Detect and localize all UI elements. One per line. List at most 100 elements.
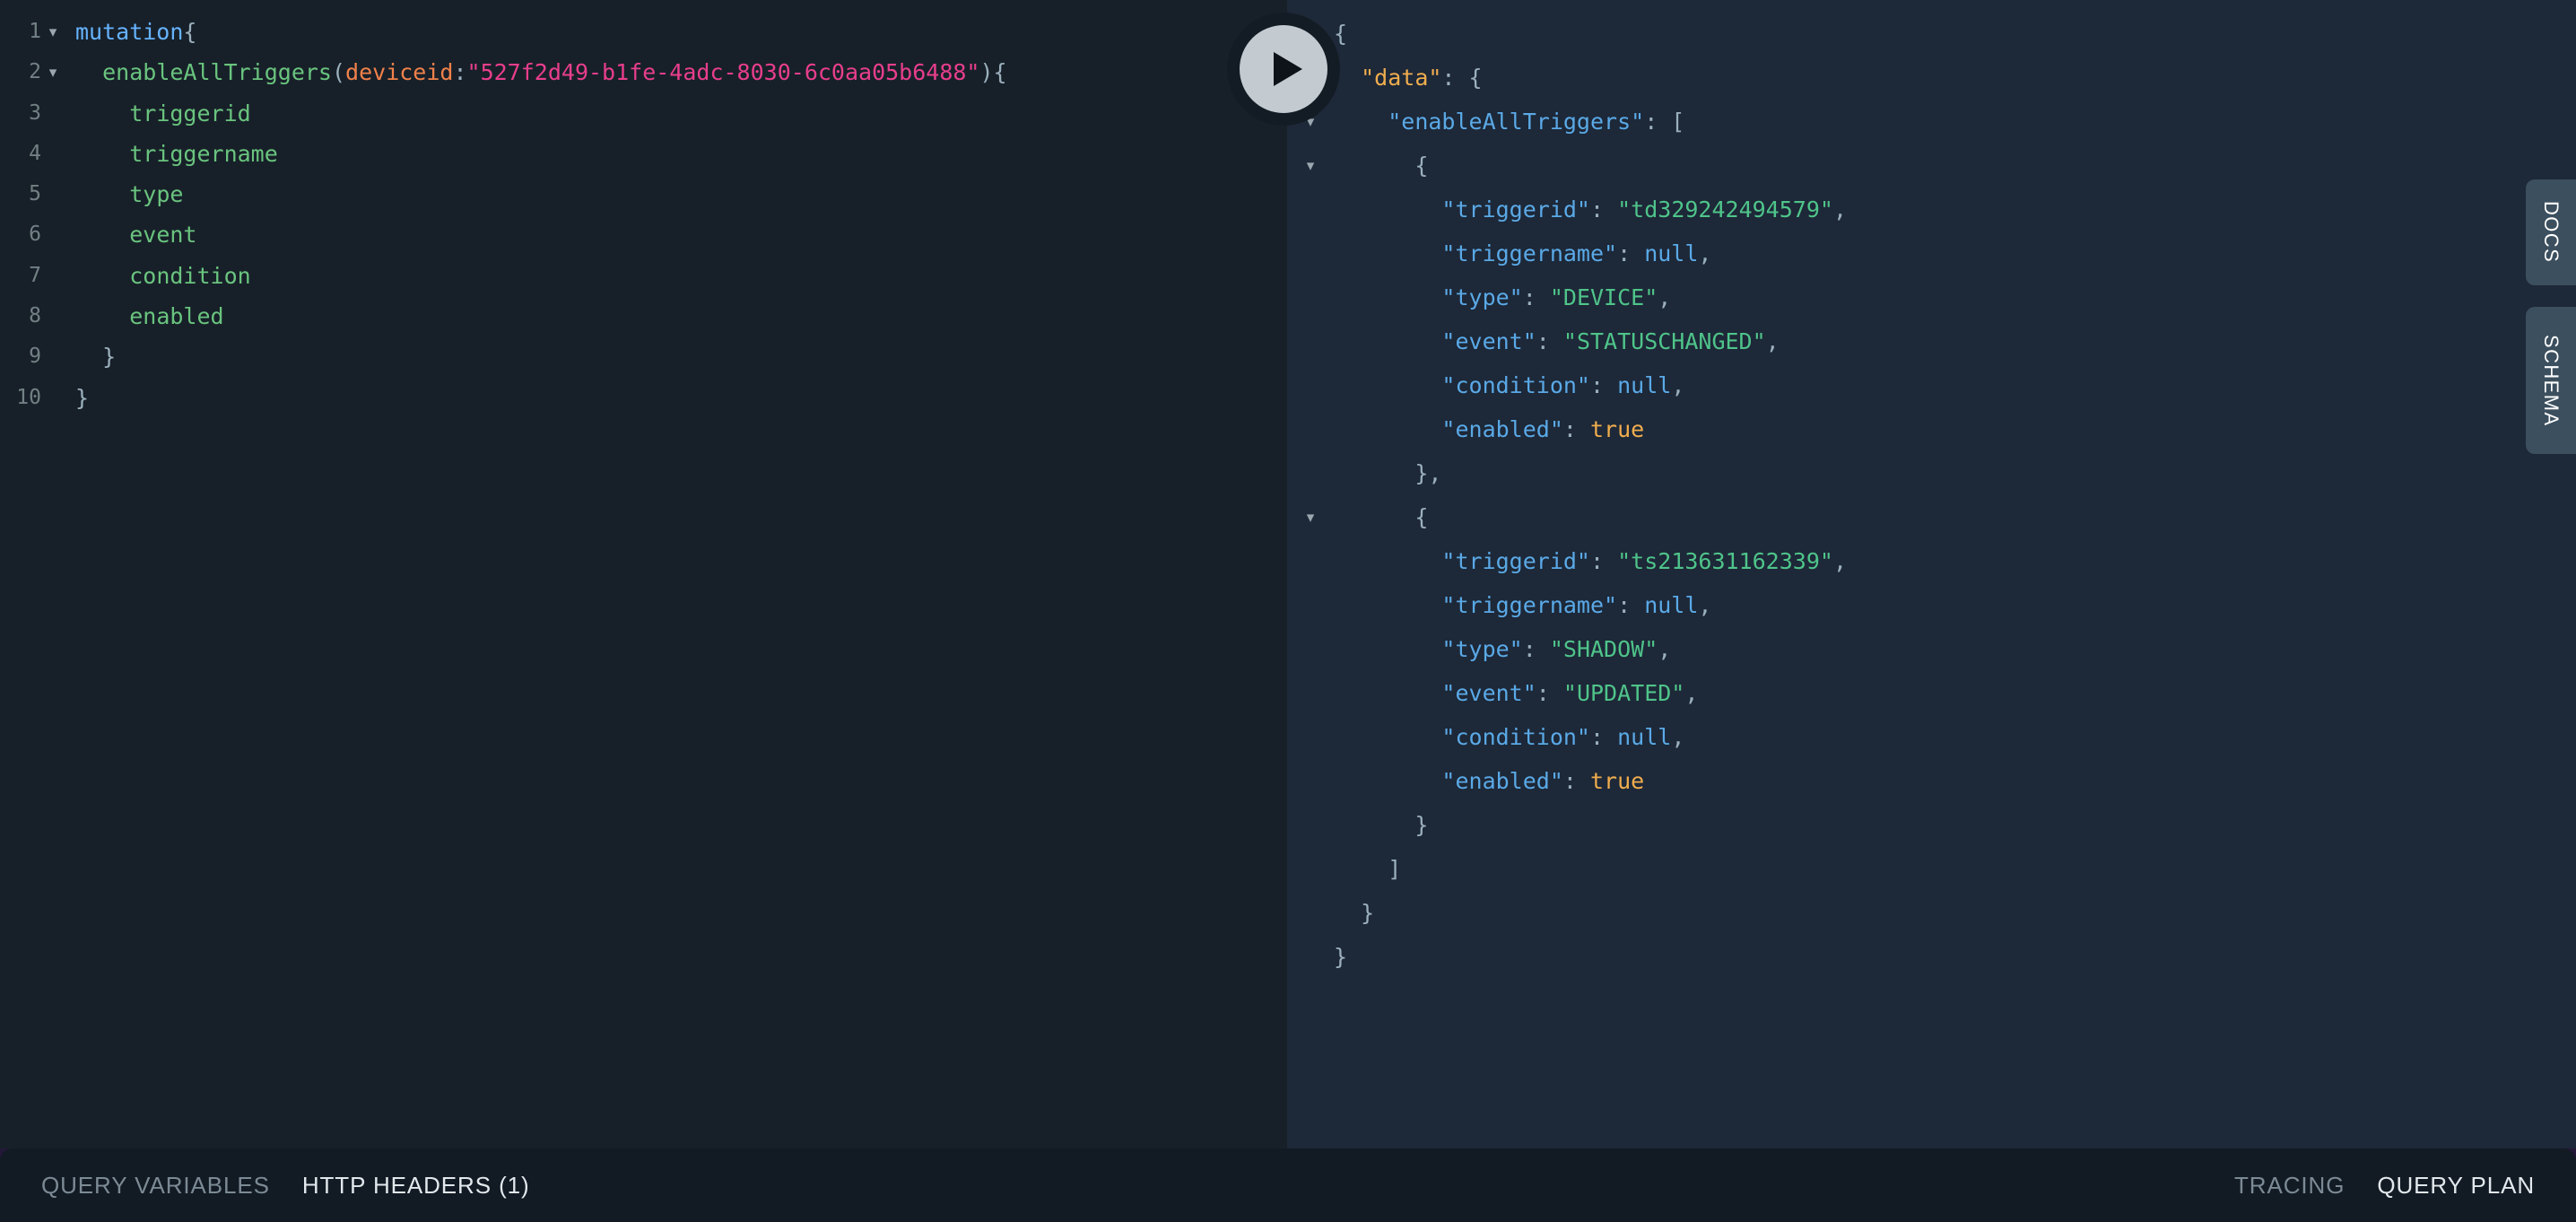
json-token-key-d: "data" xyxy=(1361,65,1442,91)
fold-arrow-icon[interactable]: ▾ xyxy=(41,12,65,52)
bottom-toolbar-right-group: TRACING QUERY PLAN xyxy=(2234,1172,2535,1200)
json-token-punct: : xyxy=(1536,680,1563,706)
json-token-key: "event" xyxy=(1441,680,1536,706)
side-tab-group: DOCS SCHEMA xyxy=(2526,179,2576,454)
editor-line[interactable]: 6▾ event xyxy=(0,214,1287,255)
result-viewer-pane[interactable]: ▾ { ▾ "data": { ▾ "enableAllTriggers": [ ▾ {… xyxy=(1287,0,2576,1148)
result-line-code: "triggername": null, xyxy=(1334,231,2576,275)
token-field: triggername xyxy=(129,140,278,167)
result-line: ▾ "data": { xyxy=(1287,56,2576,100)
json-token-key: "enableAllTriggers" xyxy=(1388,109,1645,135)
json-token-key: "event" xyxy=(1441,328,1536,354)
editor-line[interactable]: 2 ▾ enableAllTriggers(deviceid:"527f2d49-… xyxy=(0,52,1287,92)
fold-arrow-placeholder: ▾ xyxy=(1287,891,1334,935)
graphql-playground: 1 ▾ mutation{2 ▾ enableAllTriggers(deviceid… xyxy=(0,0,2576,1222)
json-token-punct: : xyxy=(1536,328,1563,354)
editor-line-code: condition xyxy=(65,256,1287,296)
editor-line-code: enabled xyxy=(65,296,1287,336)
fold-arrow-icon[interactable]: ▾ xyxy=(41,52,65,92)
editor-line[interactable]: 10▾} xyxy=(0,378,1287,418)
json-token-key: "triggername" xyxy=(1441,592,1618,618)
json-token-punct: , xyxy=(1832,548,1847,574)
json-token-bool: true xyxy=(1590,416,1645,442)
editor-line[interactable]: 7▾ condition xyxy=(0,256,1287,296)
json-token-punct: : { xyxy=(1441,65,1483,91)
json-token-punct: : xyxy=(1617,240,1645,266)
token-punct: ) xyxy=(979,59,994,86)
editor-line-code: } xyxy=(65,378,1287,418)
json-token-str: "ts213631162339" xyxy=(1617,548,1833,574)
tab-query-variables[interactable]: QUERY VARIABLES xyxy=(41,1172,270,1200)
editor-line[interactable]: 5▾ type xyxy=(0,174,1287,214)
tab-query-plan[interactable]: QUERY PLAN xyxy=(2377,1172,2535,1200)
result-json-lines: ▾ { ▾ "data": { ▾ "enableAllTriggers": [ ▾ {… xyxy=(1287,12,2576,979)
line-number: 10 xyxy=(16,385,41,409)
result-line: ▾} xyxy=(1287,935,2576,979)
token-punct: : xyxy=(453,59,467,86)
json-token-punct: , xyxy=(1658,636,1672,662)
line-number: 7 xyxy=(29,263,41,287)
result-line-code: "event": "STATUSCHANGED", xyxy=(1334,319,2576,363)
json-token-punct: } xyxy=(1334,944,1348,970)
editor-line[interactable]: 9▾ } xyxy=(0,336,1287,377)
json-token-punct: , xyxy=(1765,328,1780,354)
json-token-key: "triggername" xyxy=(1441,240,1618,266)
result-line: ▾ { xyxy=(1287,495,2576,539)
fold-arrow-placeholder: ▾ xyxy=(1287,847,1334,891)
fold-arrow-icon[interactable]: ▾ xyxy=(1287,495,1334,539)
tab-http-headers-1[interactable]: HTTP HEADERS (1) xyxy=(302,1172,530,1200)
result-line: ▾ "enabled": true xyxy=(1287,407,2576,451)
editor-line-code: triggerid xyxy=(65,93,1287,134)
json-token-str: "UPDATED" xyxy=(1562,680,1685,706)
fold-arrow-placeholder: ▾ xyxy=(41,134,65,174)
editor-line[interactable]: 4▾ triggername xyxy=(0,134,1287,174)
fold-arrow-placeholder: ▾ xyxy=(41,378,65,418)
fold-arrow-placeholder: ▾ xyxy=(1287,935,1334,979)
line-number: 1 xyxy=(29,20,41,43)
result-line: ▾ "triggerid": "ts213631162339", xyxy=(1287,539,2576,583)
json-token-key: "type" xyxy=(1441,284,1523,310)
editor-line[interactable]: 1 ▾ mutation{ xyxy=(0,12,1287,52)
docs-tab[interactable]: DOCS xyxy=(2526,179,2576,285)
json-token-str: "STATUSCHANGED" xyxy=(1562,328,1766,354)
json-token-punct: { xyxy=(1334,21,1348,47)
result-line: ▾ { xyxy=(1287,144,2576,188)
line-number: 8 xyxy=(29,304,41,328)
line-number: 6 xyxy=(29,223,41,247)
tab-tracing[interactable]: TRACING xyxy=(2234,1172,2345,1200)
result-line: ▾ "triggername": null, xyxy=(1287,583,2576,627)
query-editor-lines[interactable]: 1 ▾ mutation{2 ▾ enableAllTriggers(deviceid… xyxy=(0,12,1287,418)
result-line: ▾ } xyxy=(1287,803,2576,847)
editor-line[interactable]: 8▾ enabled xyxy=(0,296,1287,336)
schema-tab[interactable]: SCHEMA xyxy=(2526,307,2576,454)
json-token-punct: { xyxy=(1414,153,1429,179)
json-token-punct: : xyxy=(1562,416,1590,442)
fold-arrow-placeholder: ▾ xyxy=(1287,715,1334,759)
result-line-code: } xyxy=(1334,935,2576,979)
json-token-punct: : [ xyxy=(1644,109,1685,135)
fold-arrow-placeholder: ▾ xyxy=(41,296,65,336)
result-line-code: "enabled": true xyxy=(1334,407,2576,451)
split-panes: 1 ▾ mutation{2 ▾ enableAllTriggers(deviceid… xyxy=(0,0,2576,1148)
json-token-key: "triggerid" xyxy=(1441,196,1590,223)
editor-line-code: enableAllTriggers(deviceid:"527f2d49-b1f… xyxy=(65,52,1287,92)
fold-arrow-placeholder: ▾ xyxy=(1287,275,1334,319)
json-token-punct: , xyxy=(1671,724,1685,750)
fold-arrow-placeholder: ▾ xyxy=(41,214,65,255)
json-token-key: "type" xyxy=(1441,636,1523,662)
json-token-punct: : xyxy=(1617,592,1645,618)
fold-arrow-placeholder: ▾ xyxy=(1287,759,1334,803)
editor-line[interactable]: 3▾ triggerid xyxy=(0,93,1287,134)
json-token-punct: : xyxy=(1590,196,1618,223)
json-token-punct: } xyxy=(1414,812,1429,838)
result-line: ▾ "triggerid": "td329242494579", xyxy=(1287,188,2576,231)
result-line-code: "triggername": null, xyxy=(1334,583,2576,627)
execute-query-button[interactable] xyxy=(1227,13,1340,126)
fold-arrow-icon[interactable]: ▾ xyxy=(1287,144,1334,188)
query-editor-pane[interactable]: 1 ▾ mutation{2 ▾ enableAllTriggers(deviceid… xyxy=(0,0,1287,1148)
editor-line-code: triggername xyxy=(65,134,1287,174)
json-token-punct: , xyxy=(1698,240,1712,266)
json-token-key: "enabled" xyxy=(1441,416,1563,442)
json-token-key: "enabled" xyxy=(1441,768,1563,794)
json-token-null: null xyxy=(1617,724,1672,750)
